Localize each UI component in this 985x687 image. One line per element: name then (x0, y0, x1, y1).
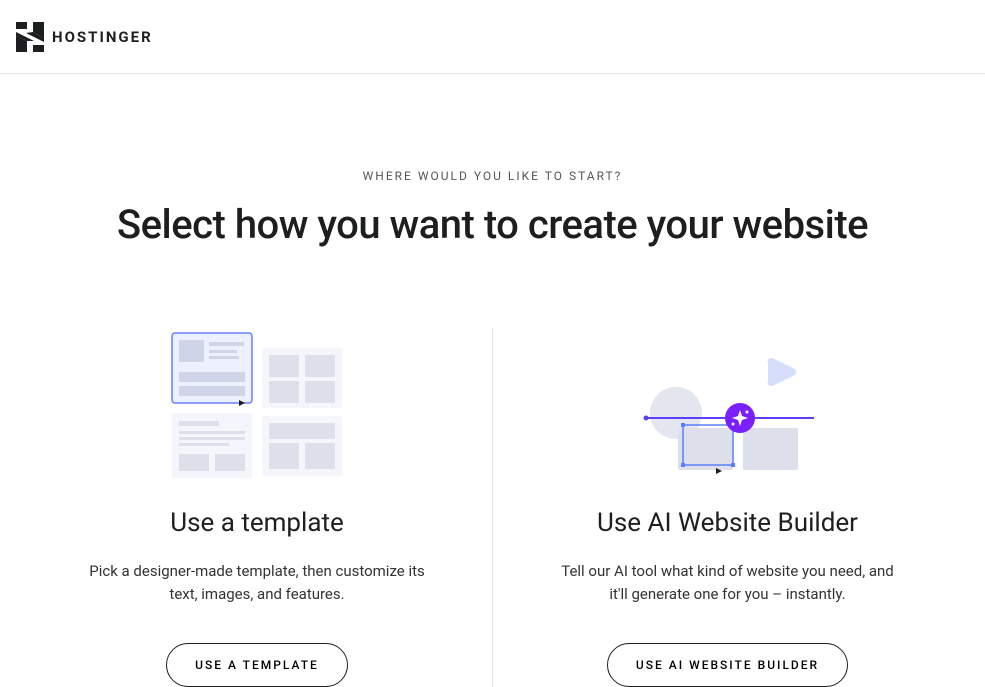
options-container: Use a template Pick a designer-made temp… (0, 328, 985, 687)
option-template-title: Use a template (170, 508, 344, 538)
header: HOSTINGER (0, 0, 985, 74)
hostinger-logo-icon (16, 22, 44, 52)
brand-name: HOSTINGER (52, 28, 153, 46)
hostinger-logo[interactable]: HOSTINGER (16, 22, 153, 52)
page-title: Select how you want to create your websi… (0, 201, 985, 248)
option-use-ai-builder: Use AI Website Builder Tell our AI tool … (493, 328, 963, 687)
template-illustration (167, 328, 347, 488)
use-ai-website-builder-button[interactable]: USE AI WEBSITE BUILDER (607, 643, 848, 687)
option-use-template: Use a template Pick a designer-made temp… (23, 328, 493, 687)
option-ai-description: Tell our AI tool what kind of website yo… (553, 560, 903, 607)
eyebrow-text: WHERE WOULD YOU LIKE TO START? (0, 169, 985, 183)
ai-builder-illustration (628, 328, 828, 488)
option-ai-title: Use AI Website Builder (597, 508, 858, 538)
use-template-button[interactable]: USE A TEMPLATE (166, 643, 348, 687)
main-content: WHERE WOULD YOU LIKE TO START? Select ho… (0, 74, 985, 687)
option-template-description: Pick a designer-made template, then cust… (83, 560, 432, 607)
